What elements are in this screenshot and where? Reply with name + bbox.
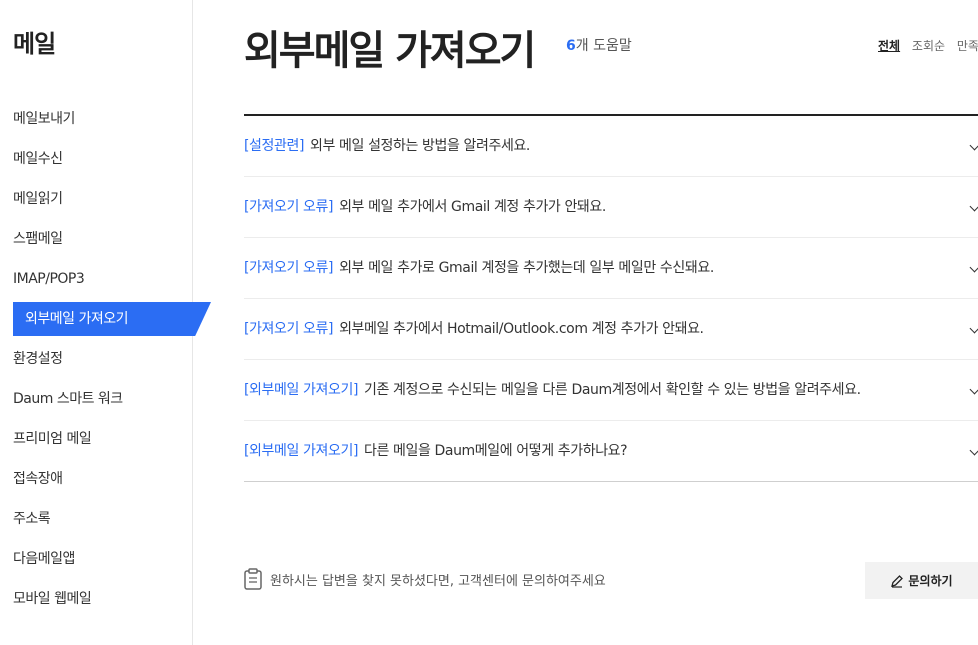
footer-note: 원하시는 답변을 찾지 못하셨다면, 고객센터에 문의하여주세요 [244, 568, 606, 590]
sidebar-item-read[interactable]: 메일읽기 [0, 179, 212, 219]
sort-all[interactable]: 전체 [878, 39, 900, 53]
chevron-down-icon [969, 262, 978, 273]
faq-item[interactable]: [가져오기 오류] 외부메일 추가에서 Hotmail/Outlook.com 계… [244, 298, 978, 359]
chevron-down-icon [969, 201, 978, 212]
faq-item[interactable]: [가져오기 오류] 외부 메일 추가로 Gmail 계정을 추가했는데 일부 메일… [244, 237, 978, 298]
sidebar-item-access[interactable]: 접속장애 [0, 459, 212, 499]
chevron-down-icon [969, 384, 978, 395]
sort-options: 전체 조회순 만족 [878, 37, 978, 54]
chevron-down-icon [969, 140, 978, 151]
faq-item[interactable]: [설정관련] 외부 메일 설정하는 방법을 알려주세요. [244, 116, 978, 176]
sidebar: 메일 메일보내기 메일수신 메일읽기 스팸메일 IMAP/POP3 외부메일 가… [0, 0, 193, 645]
sidebar-item-mobile[interactable]: 모바일 웹메일 [0, 579, 212, 619]
faq-question: 외부 메일 설정하는 방법을 알려주세요. [310, 138, 530, 154]
sidebar-item-receive[interactable]: 메일수신 [0, 139, 212, 179]
faq-category: [가져오기 오류] [244, 321, 334, 337]
chevron-down-icon [969, 445, 978, 456]
faq-question: 외부 메일 추가에서 Gmail 계정 추가가 안돼요. [339, 199, 606, 215]
sidebar-item-premium[interactable]: 프리미엄 메일 [0, 419, 212, 459]
sidebar-item-imap[interactable]: IMAP/POP3 [0, 259, 212, 299]
sidebar-item-contacts[interactable]: 주소록 [0, 499, 212, 539]
pencil-icon [891, 574, 904, 588]
faq-question: 기존 계정으로 수신되는 메일을 다른 Daum계정에서 확인할 수 있는 방법… [364, 382, 861, 398]
sidebar-item-send[interactable]: 메일보내기 [0, 99, 212, 139]
faq-category: [외부메일 가져오기] [244, 443, 359, 459]
faq-question: 외부 메일 추가로 Gmail 계정을 추가했는데 일부 메일만 수신돼요. [339, 260, 714, 276]
footer-note-text: 원하시는 답변을 찾지 못하셨다면, 고객센터에 문의하여주세요 [270, 573, 606, 589]
faq-item[interactable]: [외부메일 가져오기] 기존 계정으로 수신되는 메일을 다른 Daum계정에서 … [244, 359, 978, 420]
inquiry-button-label: 문의하기 [908, 574, 953, 588]
help-count-label: 개 도움말 [575, 38, 632, 54]
page-title: 외부메일 가져오기 [244, 28, 536, 74]
sidebar-item-app[interactable]: 다음메일앱 [0, 539, 212, 579]
faq-question: 외부메일 추가에서 Hotmail/Outlook.com 계정 추가가 안돼요… [339, 321, 704, 337]
faq-category: [가져오기 오류] [244, 199, 334, 215]
chevron-down-icon [969, 323, 978, 334]
sort-views[interactable]: 조회순 [912, 39, 945, 53]
inquiry-button[interactable]: 문의하기 [865, 562, 978, 599]
help-count-number: 6 [566, 38, 576, 54]
faq-category: [가져오기 오류] [244, 260, 334, 276]
sidebar-item-smartwork[interactable]: Daum 스마트 워크 [0, 379, 212, 419]
clipboard-icon [244, 568, 262, 590]
sidebar-title: 메일 [13, 30, 56, 58]
faq-list: [설정관련] 외부 메일 설정하는 방법을 알려주세요. [가져오기 오류] 외부 … [244, 114, 978, 482]
sidebar-nav: 메일보내기 메일수신 메일읽기 스팸메일 IMAP/POP3 외부메일 가져오기… [0, 99, 212, 619]
faq-item[interactable]: [가져오기 오류] 외부 메일 추가에서 Gmail 계정 추가가 안돼요. [244, 176, 978, 237]
faq-category: [설정관련] [244, 138, 305, 154]
faq-category: [외부메일 가져오기] [244, 382, 359, 398]
faq-item[interactable]: [외부메일 가져오기] 다른 메일을 Daum메일에 어떻게 추가하나요? [244, 420, 978, 481]
sidebar-item-spam[interactable]: 스팸메일 [0, 219, 212, 259]
sidebar-item-import[interactable]: 외부메일 가져오기 [0, 299, 212, 339]
faq-question: 다른 메일을 Daum메일에 어떻게 추가하나요? [364, 443, 628, 459]
sidebar-item-settings[interactable]: 환경설정 [0, 339, 212, 379]
sort-satisfaction[interactable]: 만족 [957, 39, 978, 53]
help-count: 6개 도움말 [566, 35, 632, 55]
